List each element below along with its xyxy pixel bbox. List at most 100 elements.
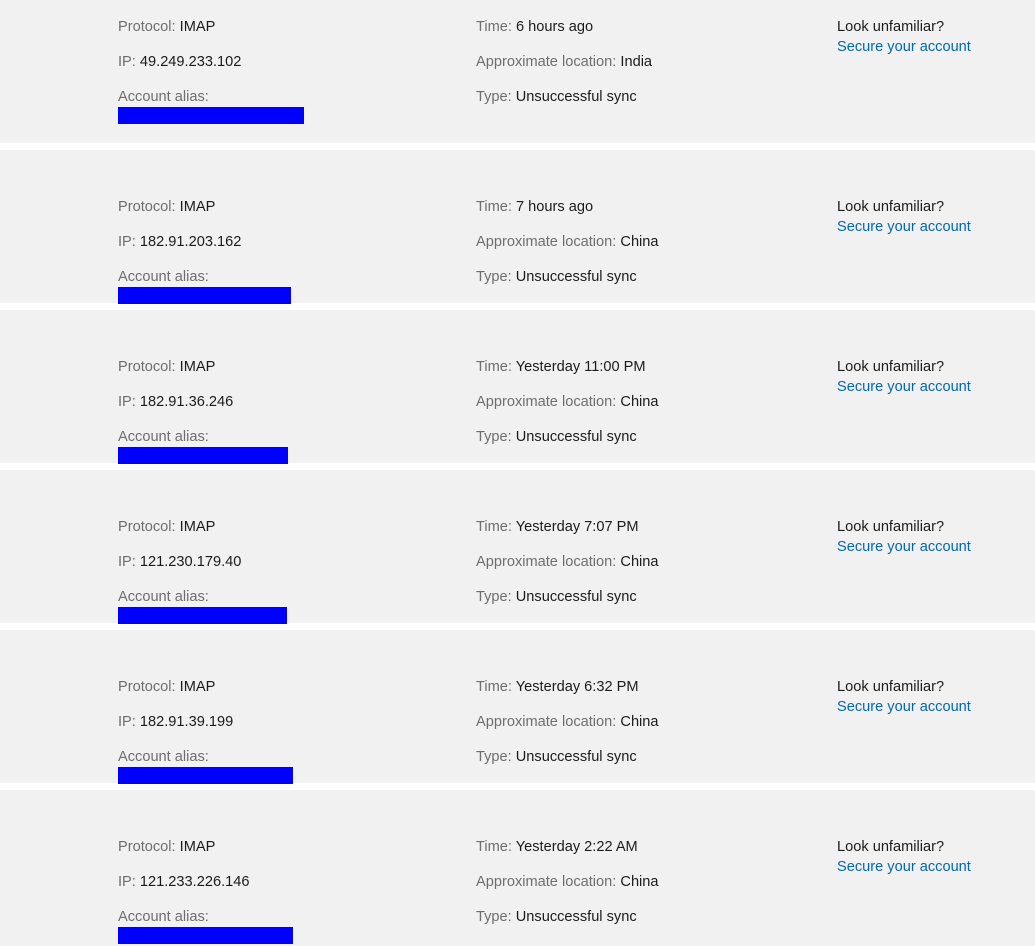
ip-field-label: IP: — [118, 554, 136, 570]
ip-value: 182.91.36.246 — [139, 394, 234, 410]
protocol-value: IMAP — [179, 19, 216, 35]
time-value: Yesterday 6:32 PM — [515, 679, 639, 695]
type-field: Type: Unsuccessful sync — [476, 430, 637, 445]
session-row: Protocol: IMAP IP: 182.91.39.199 Account a… — [0, 630, 1035, 784]
type-field-label: Type: — [476, 589, 512, 605]
secure-your-account-link[interactable]: Secure your account — [837, 220, 971, 235]
account-alias-field: Account alias: — [118, 750, 209, 765]
time-field-label: Time: — [476, 199, 512, 215]
ip-field-label: IP: — [118, 54, 136, 70]
time-field: Time: Yesterday 11:00 PM — [476, 360, 646, 375]
ip-field-label: IP: — [118, 394, 136, 410]
account-alias-field-label: Account alias: — [118, 269, 209, 285]
type-field: Type: Unsuccessful sync — [476, 90, 637, 105]
type-field: Type: Unsuccessful sync — [476, 270, 637, 285]
ip-value: 121.233.226.146 — [139, 874, 250, 890]
protocol-value: IMAP — [179, 359, 216, 375]
protocol-field: Protocol: IMAP — [118, 360, 215, 375]
type-field-label: Type: — [476, 269, 512, 285]
protocol-field: Protocol: IMAP — [118, 520, 215, 535]
look-unfamiliar-label: Look unfamiliar? — [837, 19, 945, 35]
time-field-label: Time: — [476, 839, 512, 855]
account-alias-redaction-bar — [118, 767, 293, 784]
location-field-label: Approximate location: — [476, 714, 617, 730]
location-field: Approximate location: China — [476, 395, 659, 410]
location-value: India — [620, 54, 653, 70]
protocol-field-label: Protocol: — [118, 199, 176, 215]
account-alias-redaction-bar — [118, 607, 287, 624]
look-unfamiliar-label: Look unfamiliar? — [837, 679, 945, 695]
session-row: Protocol: IMAP IP: 121.230.179.40 Account … — [0, 470, 1035, 624]
account-alias-field: Account alias: — [118, 590, 209, 605]
location-value: China — [620, 234, 659, 250]
time-value: Yesterday 11:00 PM — [515, 359, 646, 375]
protocol-value: IMAP — [179, 199, 216, 215]
time-field: Time: Yesterday 7:07 PM — [476, 520, 639, 535]
time-field: Time: 6 hours ago — [476, 20, 593, 35]
look-unfamiliar-label: Look unfamiliar? — [837, 519, 945, 535]
time-field-label: Time: — [476, 679, 512, 695]
type-field-label: Type: — [476, 89, 512, 105]
protocol-value: IMAP — [179, 519, 216, 535]
ip-field-label: IP: — [118, 874, 136, 890]
account-alias-field: Account alias: — [118, 430, 209, 445]
account-alias-field: Account alias: — [118, 90, 209, 105]
type-field-label: Type: — [476, 429, 512, 445]
type-value: Unsuccessful sync — [515, 89, 637, 105]
type-value: Unsuccessful sync — [515, 909, 637, 925]
time-value: 7 hours ago — [516, 199, 594, 215]
type-field: Type: Unsuccessful sync — [476, 910, 637, 925]
location-field-label: Approximate location: — [476, 554, 617, 570]
ip-field: IP: 182.91.36.246 — [118, 395, 233, 410]
location-field-label: Approximate location: — [476, 234, 617, 250]
secure-your-account-link[interactable]: Secure your account — [837, 540, 971, 555]
time-value: Yesterday 7:07 PM — [515, 519, 639, 535]
protocol-value: IMAP — [179, 679, 216, 695]
time-field-label: Time: — [476, 519, 512, 535]
account-alias-field-label: Account alias: — [118, 749, 209, 765]
type-value: Unsuccessful sync — [515, 429, 637, 445]
secure-your-account-link[interactable]: Secure your account — [837, 860, 971, 875]
account-alias-redaction-bar — [118, 287, 291, 304]
ip-field: IP: 49.249.233.102 — [118, 55, 241, 70]
type-field-label: Type: — [476, 749, 512, 765]
ip-field: IP: 182.91.203.162 — [118, 235, 241, 250]
look-unfamiliar-label: Look unfamiliar? — [837, 839, 945, 855]
location-value: China — [620, 394, 659, 410]
time-field: Time: Yesterday 2:22 AM — [476, 840, 638, 855]
recent-activity-list: Protocol: IMAP IP: 49.249.233.102 Account … — [0, 0, 1035, 946]
ip-value: 121.230.179.40 — [139, 554, 242, 570]
type-value: Unsuccessful sync — [515, 749, 637, 765]
protocol-field-label: Protocol: — [118, 679, 176, 695]
secure-your-account-link[interactable]: Secure your account — [837, 700, 971, 715]
time-value: Yesterday 2:22 AM — [515, 839, 638, 855]
protocol-field: Protocol: IMAP — [118, 20, 215, 35]
ip-field-label: IP: — [118, 714, 136, 730]
secure-your-account-link[interactable]: Secure your account — [837, 40, 971, 55]
location-field: Approximate location: India — [476, 55, 652, 70]
type-field: Type: Unsuccessful sync — [476, 750, 637, 765]
protocol-field-label: Protocol: — [118, 519, 176, 535]
time-field-label: Time: — [476, 359, 512, 375]
ip-value: 182.91.203.162 — [139, 234, 242, 250]
location-field: Approximate location: China — [476, 875, 659, 890]
type-field-label: Type: — [476, 909, 512, 925]
ip-field: IP: 121.230.179.40 — [118, 555, 241, 570]
session-row: Protocol: IMAP IP: 182.91.36.246 Account a… — [0, 310, 1035, 464]
secure-your-account-link[interactable]: Secure your account — [837, 380, 971, 395]
time-field-label: Time: — [476, 19, 512, 35]
protocol-field-label: Protocol: — [118, 19, 176, 35]
type-value: Unsuccessful sync — [515, 589, 637, 605]
account-alias-field-label: Account alias: — [118, 89, 209, 105]
protocol-value: IMAP — [179, 839, 216, 855]
time-value: 6 hours ago — [516, 19, 594, 35]
look-unfamiliar-label: Look unfamiliar? — [837, 359, 945, 375]
session-row: Protocol: IMAP IP: 182.91.203.162 Account … — [0, 150, 1035, 304]
location-field-label: Approximate location: — [476, 54, 617, 70]
protocol-field: Protocol: IMAP — [118, 200, 215, 215]
account-alias-field-label: Account alias: — [118, 589, 209, 605]
location-field-label: Approximate location: — [476, 874, 617, 890]
location-value: China — [620, 874, 659, 890]
account-alias-redaction-bar — [118, 927, 293, 944]
type-field: Type: Unsuccessful sync — [476, 590, 637, 605]
